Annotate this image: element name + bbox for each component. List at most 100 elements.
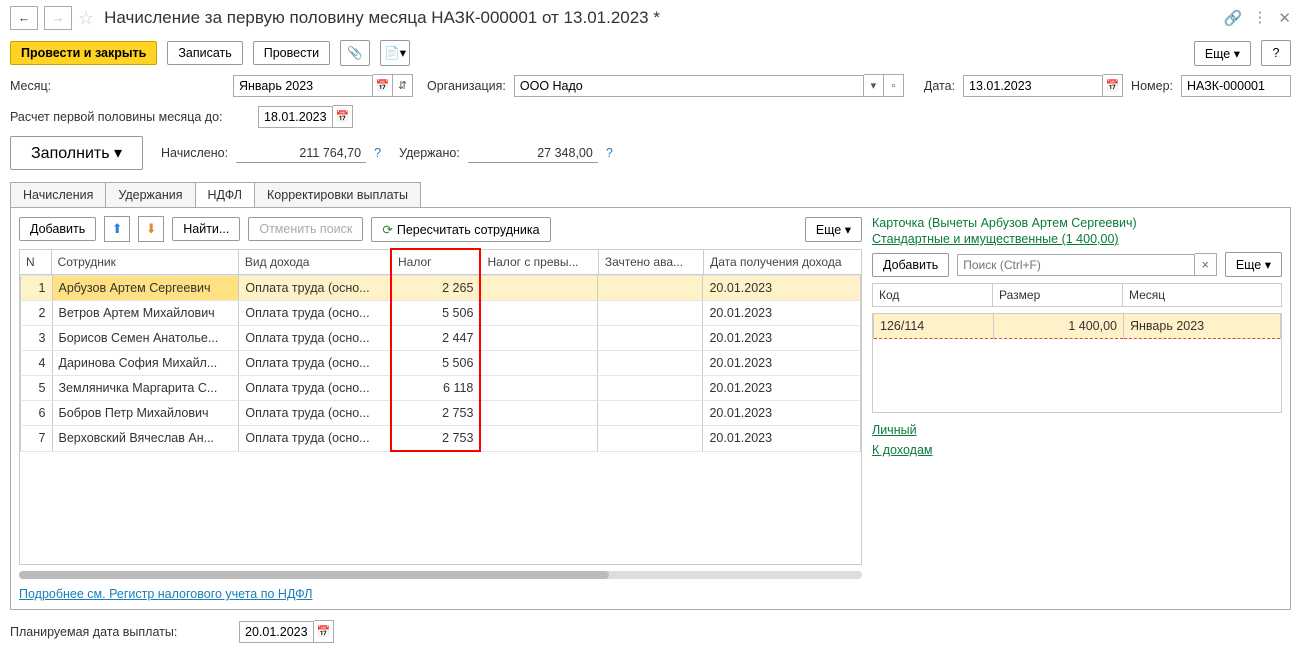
planned-date-calendar-icon[interactable]: 📅 [314,620,334,643]
tab-corrections[interactable]: Корректировки выплаты [254,182,421,207]
attach-button[interactable]: 📎 [340,40,370,66]
withheld-label: Удержано: [399,146,460,160]
col-tax-excess[interactable]: Налог с превы... [480,249,598,275]
cell-advance [598,426,703,452]
cell-employee: Земляничка Маргарита С... [52,376,239,401]
cell-tax-excess [480,276,598,301]
post-and-close-button[interactable]: Провести и закрыть [10,41,157,65]
refresh-icon: ⟳ [382,223,392,237]
save-button[interactable]: Записать [167,41,242,65]
planned-date-label: Планируемая дата выплаты: [10,625,225,639]
deduction-size: 1 400,00 [994,314,1124,339]
col-employee[interactable]: Сотрудник [51,249,238,275]
withheld-help-icon[interactable]: ? [606,146,613,160]
month-calendar-icon[interactable]: 📅 [373,74,393,97]
cell-advance [598,276,703,301]
cell-advance [598,376,703,401]
accrued-value: 211 764,70 [236,144,366,163]
link-icon[interactable]: 🔗 [1224,9,1243,27]
cancel-find-button[interactable]: Отменить поиск [248,217,363,241]
table-more-button[interactable]: Еще ▾ [805,217,862,242]
to-income-link[interactable]: К доходам [872,443,1282,457]
org-open-icon[interactable]: ▫ [884,74,904,97]
close-icon[interactable]: ✕ [1278,9,1291,27]
tab-withholdings[interactable]: Удержания [105,182,195,207]
cell-tax: 5 506 [391,351,480,376]
nav-forward-button[interactable]: → [44,6,72,30]
org-input[interactable] [514,75,864,97]
cell-employee: Даринова София Михайл... [52,351,239,376]
fill-button[interactable]: Заполнить ▾ [10,136,143,170]
more-button[interactable]: Еще ▾ [1194,41,1251,66]
post-button[interactable]: Провести [253,41,330,65]
help-button[interactable]: ? [1261,40,1291,66]
favorite-star-icon[interactable]: ☆ [78,8,94,29]
cell-tax-excess [480,301,598,326]
cell-tax: 6 118 [391,376,480,401]
horizontal-scrollbar[interactable] [19,571,862,579]
card-title: Карточка (Вычеты Арбузов Артем Сергеевич… [872,216,1282,230]
col-income-date[interactable]: Дата получения дохода [704,249,862,275]
card-search-input[interactable] [957,254,1195,276]
cell-advance [598,351,703,376]
table-row[interactable]: 2Ветров Артем МихайловичОплата труда (ос… [21,301,861,326]
org-dropdown-icon[interactable]: ▾ [864,74,884,97]
card-more-button[interactable]: Еще ▾ [1225,252,1282,277]
cell-income-date: 20.01.2023 [703,376,861,401]
col-tax[interactable]: Налог [391,249,480,275]
accrued-help-icon[interactable]: ? [374,146,381,160]
calc-until-calendar-icon[interactable]: 📅 [333,105,353,128]
cell-tax: 5 506 [391,301,480,326]
table-row[interactable]: 7Верховский Вячеслав Ан...Оплата труда (… [21,426,861,452]
find-button[interactable]: Найти... [172,217,240,241]
cell-advance [598,326,703,351]
table-row[interactable]: 6Бобров Петр МихайловичОплата труда (осн… [21,401,861,426]
cell-tax-excess [480,326,598,351]
cell-income-date: 20.01.2023 [703,326,861,351]
card-col-size[interactable]: Размер [993,284,1123,307]
table-row[interactable]: 5Земляничка Маргарита С...Оплата труда (… [21,376,861,401]
cell-advance [598,401,703,426]
card-col-month[interactable]: Месяц [1123,284,1282,307]
calc-until-input[interactable] [258,106,333,128]
date-label: Дата: [924,79,955,93]
table-row[interactable]: 1Арбузов Артем СергеевичОплата труда (ос… [21,276,861,301]
deduction-row[interactable]: 126/114 1 400,00 Январь 2023 [874,314,1281,339]
accrued-label: Начислено: [161,146,228,160]
col-income-type[interactable]: Вид дохода [238,249,391,275]
table-row[interactable]: 3Борисов Семен Анатолье...Оплата труда (… [21,326,861,351]
cell-employee: Бобров Петр Михайлович [52,401,239,426]
card-col-code[interactable]: Код [873,284,993,307]
planned-date-input[interactable] [239,621,314,643]
tab-ndfl[interactable]: НДФЛ [195,182,256,207]
move-down-button[interactable]: ⬇ [138,216,164,242]
table-row[interactable]: 4Даринова София Михайл...Оплата труда (о… [21,351,861,376]
cell-tax: 2 753 [391,426,480,452]
nav-back-button[interactable]: ← [10,6,38,30]
month-input[interactable] [233,75,373,97]
cell-income-type: Оплата труда (осно... [239,276,391,301]
month-label: Месяц: [10,79,225,93]
col-n[interactable]: N [20,249,52,275]
cell-employee: Борисов Семен Анатолье... [52,326,239,351]
card-search-clear-icon[interactable]: × [1195,253,1217,276]
more-menu-icon[interactable]: ⋮ [1252,11,1268,25]
cell-n: 6 [21,401,53,426]
print-dropdown-button[interactable]: 📄▾ [380,40,410,66]
register-link[interactable]: Подробнее см. Регистр налогового учета п… [19,587,312,601]
move-up-button[interactable]: ⬆ [104,216,130,242]
recalc-employee-button[interactable]: ⟳Пересчитать сотрудника [371,217,550,242]
cell-income-date: 20.01.2023 [703,401,861,426]
tab-accruals[interactable]: Начисления [10,182,106,207]
month-stepper-icon[interactable]: ⇵ [393,74,413,97]
card-add-button[interactable]: Добавить [872,253,949,277]
col-advance[interactable]: Зачтено ава... [598,249,703,275]
personal-link[interactable]: Личный [872,423,1282,437]
cell-n: 3 [21,326,53,351]
org-label: Организация: [427,79,506,93]
date-calendar-icon[interactable]: 📅 [1103,74,1123,97]
add-row-button[interactable]: Добавить [19,217,96,241]
standard-deductions-link[interactable]: Стандартные и имущественные (1 400,00) [872,232,1119,246]
number-input[interactable] [1181,75,1291,97]
date-input[interactable] [963,75,1103,97]
